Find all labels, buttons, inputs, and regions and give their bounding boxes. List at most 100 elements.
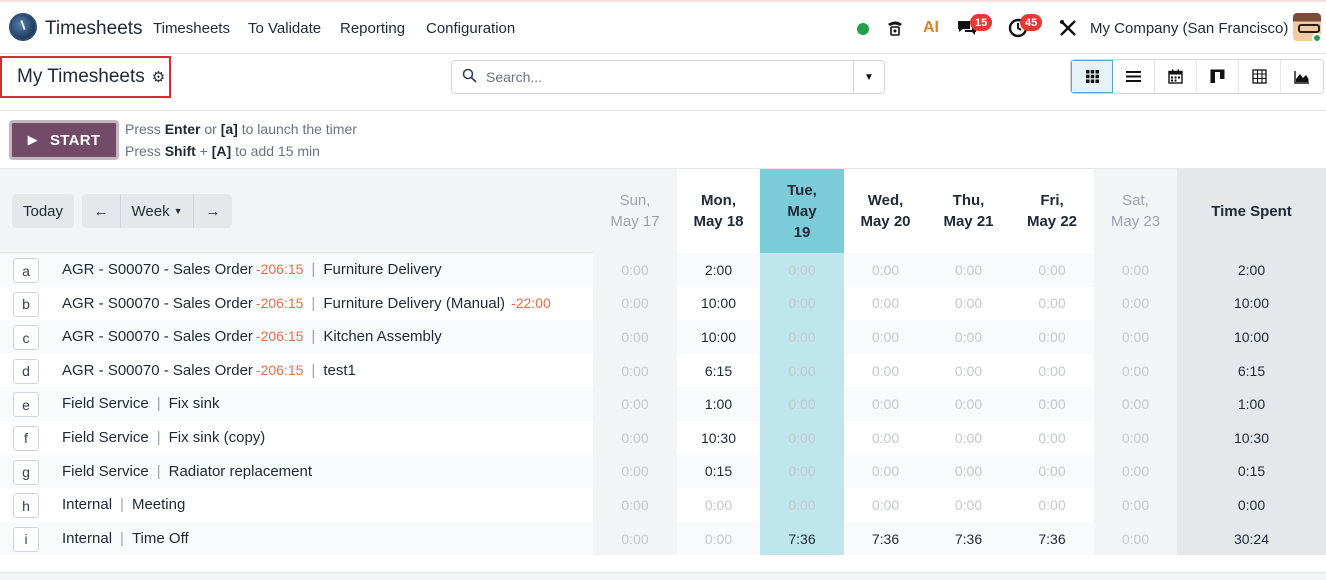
hours-cell[interactable]: 0:00 xyxy=(760,253,844,287)
list-view-button[interactable] xyxy=(1113,60,1155,93)
hours-cell[interactable]: 0:00 xyxy=(844,387,927,421)
range-selector[interactable]: Week ▼ xyxy=(120,194,194,228)
hours-cell[interactable]: 0:00 xyxy=(593,353,677,388)
previous-arrow-icon[interactable]: ← xyxy=(82,194,120,228)
hours-cell[interactable]: 0:00 xyxy=(1010,421,1094,455)
hours-cell[interactable]: 7:36 xyxy=(844,522,927,556)
hours-cell[interactable]: 0:00 xyxy=(1094,420,1177,455)
debug-tools-icon[interactable] xyxy=(1056,16,1080,40)
hours-cell[interactable]: 0:00 xyxy=(1094,320,1177,354)
hours-cell[interactable]: 0:00 xyxy=(844,354,927,388)
hours-cell[interactable]: 0:00 xyxy=(593,320,677,354)
hours-cell[interactable]: 0:00 xyxy=(927,354,1010,388)
hours-cell[interactable]: 0:00 xyxy=(760,320,844,354)
today-button[interactable]: Today xyxy=(12,194,74,228)
calendar-view-button[interactable] xyxy=(1155,60,1197,93)
row-label[interactable]: AGR - S00070 - Sales Order -206:15 | Kitche… xyxy=(62,328,442,345)
hours-cell[interactable]: 0:00 xyxy=(677,488,760,522)
hours-cell[interactable]: 0:00 xyxy=(927,287,1010,321)
hours-cell[interactable]: 0:00 xyxy=(760,488,844,522)
row-label[interactable]: AGR - S00070 - Sales Order -206:15 | Furnit… xyxy=(62,261,442,278)
grid-view-button[interactable] xyxy=(1071,60,1113,93)
hours-cell[interactable]: 0:00 xyxy=(927,387,1010,421)
row-label[interactable]: Field Service | Fix sink xyxy=(62,395,219,412)
row-label[interactable]: AGR - S00070 - Sales Order -206:15 | Furnit… xyxy=(62,295,551,312)
hours-cell[interactable]: 0:00 xyxy=(760,286,844,321)
search-options-toggle[interactable]: ▼ xyxy=(853,61,884,93)
start-timer-button[interactable]: ▶ START xyxy=(9,120,119,160)
company-switcher[interactable]: My Company (San Francisco) xyxy=(1090,20,1288,37)
hours-cell[interactable]: 2:00 xyxy=(677,253,760,287)
horizontal-scrollbar[interactable] xyxy=(0,572,1326,580)
timesheets-app-icon[interactable] xyxy=(9,13,37,41)
hours-cell[interactable]: 0:00 xyxy=(1010,387,1094,421)
hours-cell[interactable]: 0:00 xyxy=(844,253,927,287)
hours-cell[interactable]: 10:30 xyxy=(677,421,760,455)
hours-cell[interactable]: 0:00 xyxy=(1010,488,1094,522)
hours-cell[interactable]: 0:00 xyxy=(927,253,1010,287)
phone-icon[interactable] xyxy=(883,16,907,40)
search-input[interactable] xyxy=(486,69,846,85)
hours-cell[interactable]: 7:36 xyxy=(1010,522,1094,556)
hours-cell[interactable]: 0:00 xyxy=(760,353,844,388)
hours-cell[interactable]: 0:00 xyxy=(1094,387,1177,421)
hours-cell[interactable]: 0:00 xyxy=(677,522,760,556)
hours-cell[interactable]: 0:00 xyxy=(1094,353,1177,388)
hours-cell[interactable]: 0:00 xyxy=(844,455,927,489)
hours-cell[interactable]: 0:00 xyxy=(844,287,927,321)
hours-cell[interactable]: 7:36 xyxy=(927,522,1010,556)
hours-cell[interactable]: 0:00 xyxy=(927,320,1010,354)
hours-cell[interactable]: 0:00 xyxy=(844,488,927,522)
presence-status-icon[interactable] xyxy=(857,23,869,35)
kanban-view-button[interactable] xyxy=(1197,60,1239,93)
row-label[interactable]: Field Service | Fix sink (copy) xyxy=(62,429,265,446)
hours-cell[interactable]: 7:36 xyxy=(760,521,844,556)
hours-cell[interactable]: 6:15 xyxy=(677,354,760,388)
menu-timesheets[interactable]: Timesheets xyxy=(153,20,230,37)
menu-configuration[interactable]: Configuration xyxy=(426,20,515,37)
hours-cell[interactable]: 0:15 xyxy=(677,455,760,489)
hours-cell[interactable]: 0:00 xyxy=(1010,253,1094,287)
hours-cell[interactable]: 0:00 xyxy=(844,421,927,455)
next-arrow-icon[interactable]: → xyxy=(194,194,232,228)
row-label[interactable]: AGR - S00070 - Sales Order -206:15 | test1 xyxy=(62,362,356,379)
hours-cell[interactable]: 0:00 xyxy=(927,488,1010,522)
gear-icon[interactable]: ⚙ xyxy=(152,68,165,86)
hours-cell[interactable]: 10:00 xyxy=(677,320,760,354)
hours-cell[interactable]: 0:00 xyxy=(1094,521,1177,556)
hours-cell[interactable]: 0:00 xyxy=(593,454,677,489)
graph-view-button[interactable] xyxy=(1281,60,1323,93)
hours-cell[interactable]: 0:00 xyxy=(1010,320,1094,354)
row-label[interactable]: Field Service | Radiator replacement xyxy=(62,463,312,480)
row-label[interactable]: Internal | Meeting xyxy=(62,496,185,513)
hours-cell[interactable]: 0:00 xyxy=(760,420,844,455)
hours-cell[interactable]: 0:00 xyxy=(927,421,1010,455)
row-label[interactable]: Internal | Time Off xyxy=(62,530,189,547)
hours-cell[interactable]: 0:00 xyxy=(760,387,844,421)
hours-cell[interactable]: 0:00 xyxy=(1094,454,1177,489)
start-label: START xyxy=(49,131,101,149)
hours-cell[interactable]: 0:00 xyxy=(1010,455,1094,489)
hours-cell[interactable]: 0:00 xyxy=(593,521,677,556)
hours-cell[interactable]: 0:00 xyxy=(593,488,677,522)
hours-cell[interactable]: 0:00 xyxy=(1010,354,1094,388)
menu-to-validate[interactable]: To Validate xyxy=(248,20,321,37)
ai-icon[interactable]: AI xyxy=(919,16,943,40)
hours-cell[interactable]: 0:00 xyxy=(593,420,677,455)
hours-cell[interactable]: 0:00 xyxy=(1094,286,1177,321)
hours-cell[interactable]: 0:00 xyxy=(1094,253,1177,287)
day-dow: Sun, xyxy=(619,192,651,209)
menu-reporting[interactable]: Reporting xyxy=(340,20,405,37)
hours-cell[interactable]: 0:00 xyxy=(760,454,844,489)
hours-cell[interactable]: 0:00 xyxy=(1010,287,1094,321)
pivot-view-button[interactable] xyxy=(1239,60,1281,93)
hours-cell[interactable]: 10:00 xyxy=(677,287,760,321)
app-name[interactable]: Timesheets xyxy=(45,18,143,40)
hours-cell[interactable]: 1:00 xyxy=(677,387,760,421)
hours-cell[interactable]: 0:00 xyxy=(844,320,927,354)
hours-cell[interactable]: 0:00 xyxy=(593,387,677,421)
hours-cell[interactable]: 0:00 xyxy=(927,455,1010,489)
hours-cell[interactable]: 0:00 xyxy=(593,253,677,287)
hours-cell[interactable]: 0:00 xyxy=(1094,488,1177,522)
hours-cell[interactable]: 0:00 xyxy=(593,286,677,321)
